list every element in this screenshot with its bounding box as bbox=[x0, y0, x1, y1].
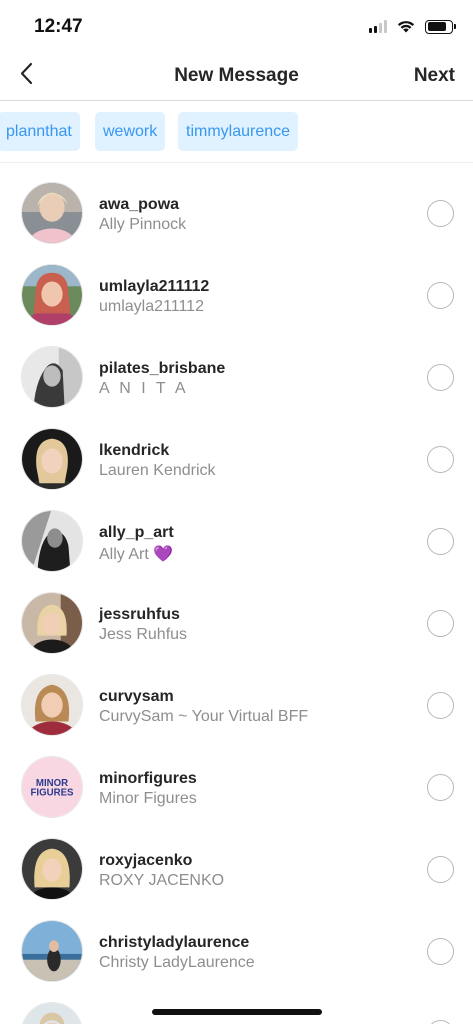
next-button[interactable]: Next bbox=[414, 65, 455, 87]
select-radio[interactable] bbox=[427, 938, 454, 965]
contact-username: jessruhfus bbox=[99, 606, 180, 623]
contact-name: Minor Figures bbox=[99, 790, 197, 807]
avatar bbox=[21, 428, 83, 490]
contact-name: Ally Art 💜 bbox=[99, 546, 174, 563]
select-radio[interactable] bbox=[427, 1020, 454, 1024]
contact-name: Lauren Kendrick bbox=[99, 462, 216, 479]
contact-username: christyladylaurence bbox=[99, 934, 250, 951]
select-radio[interactable] bbox=[427, 856, 454, 883]
wifi-icon bbox=[397, 21, 415, 33]
contact-username: awa_powa bbox=[99, 196, 180, 213]
select-radio[interactable] bbox=[427, 200, 454, 227]
list-item[interactable]: ally_p_art Ally Art 💜 bbox=[0, 500, 473, 582]
recipient-chip[interactable]: wework bbox=[95, 112, 166, 151]
page-title: New Message bbox=[174, 65, 299, 86]
status-bar: 12:47 bbox=[0, 0, 473, 50]
select-radio[interactable] bbox=[427, 446, 454, 473]
avatar bbox=[21, 674, 83, 736]
contact-name: Jess Ruhfus bbox=[99, 626, 188, 643]
logo-text: FIGURES bbox=[31, 788, 74, 799]
status-time: 12:47 bbox=[34, 16, 83, 37]
contact-username: curvysam bbox=[99, 688, 174, 705]
avatar bbox=[21, 838, 83, 900]
contact-name: A N I T A bbox=[99, 380, 189, 397]
home-indicator[interactable] bbox=[152, 1009, 322, 1015]
avatar bbox=[21, 592, 83, 654]
contact-username: pilates_brisbane bbox=[99, 360, 226, 377]
list-item[interactable]: pilates_brisbane A N I T A bbox=[0, 336, 473, 418]
avatar bbox=[21, 182, 83, 244]
select-radio[interactable] bbox=[427, 692, 454, 719]
avatar bbox=[21, 510, 83, 572]
list-item[interactable]: lkendrick Lauren Kendrick bbox=[0, 418, 473, 500]
selected-recipients: plannthat wework timmylaurence bbox=[0, 101, 473, 163]
contact-name: CurvySam ~ Your Virtual BFF bbox=[99, 708, 309, 725]
contact-username: minorfigures bbox=[99, 770, 197, 787]
contact-username: roxyjacenko bbox=[99, 852, 193, 869]
contact-name: Ally Pinnock bbox=[99, 216, 187, 233]
cellular-signal-icon bbox=[369, 20, 387, 33]
list-item[interactable]: jessruhfus Jess Ruhfus bbox=[0, 582, 473, 664]
status-icons bbox=[369, 19, 456, 34]
select-radio[interactable] bbox=[427, 610, 454, 637]
select-radio[interactable] bbox=[427, 774, 454, 801]
avatar: MINOR FIGURES bbox=[21, 756, 83, 818]
battery-icon bbox=[425, 19, 456, 34]
contact-username: ally_p_art bbox=[99, 524, 174, 541]
nav-bar: New Message Next bbox=[0, 50, 473, 101]
recipient-chip[interactable]: timmylaurence bbox=[178, 112, 299, 151]
contact-username: umlayla211112 bbox=[99, 278, 210, 295]
avatar bbox=[21, 1002, 83, 1024]
avatar bbox=[21, 264, 83, 326]
contact-name: Christy LadyLaurence bbox=[99, 954, 255, 971]
contact-name: ROXY JACENKO bbox=[99, 872, 225, 889]
contact-name: umlayla211112 bbox=[99, 298, 204, 315]
avatar bbox=[21, 346, 83, 408]
list-item[interactable] bbox=[0, 992, 473, 1024]
list-item[interactable]: roxyjacenko ROXY JACENKO bbox=[0, 828, 473, 910]
list-item[interactable]: umlayla211112 umlayla211112 bbox=[0, 254, 473, 336]
select-radio[interactable] bbox=[427, 528, 454, 555]
list-item[interactable]: awa_powa Ally Pinnock bbox=[0, 172, 473, 254]
recipient-chip[interactable]: plannthat bbox=[0, 112, 80, 151]
list-item[interactable]: curvysam CurvySam ~ Your Virtual BFF bbox=[0, 664, 473, 746]
avatar bbox=[21, 920, 83, 982]
select-radio[interactable] bbox=[427, 282, 454, 309]
select-radio[interactable] bbox=[427, 364, 454, 391]
contact-username: lkendrick bbox=[99, 442, 170, 459]
list-item[interactable]: christyladylaurence Christy LadyLaurence bbox=[0, 910, 473, 992]
list-item[interactable]: MINOR FIGURES minorfigures Minor Figures bbox=[0, 746, 473, 828]
